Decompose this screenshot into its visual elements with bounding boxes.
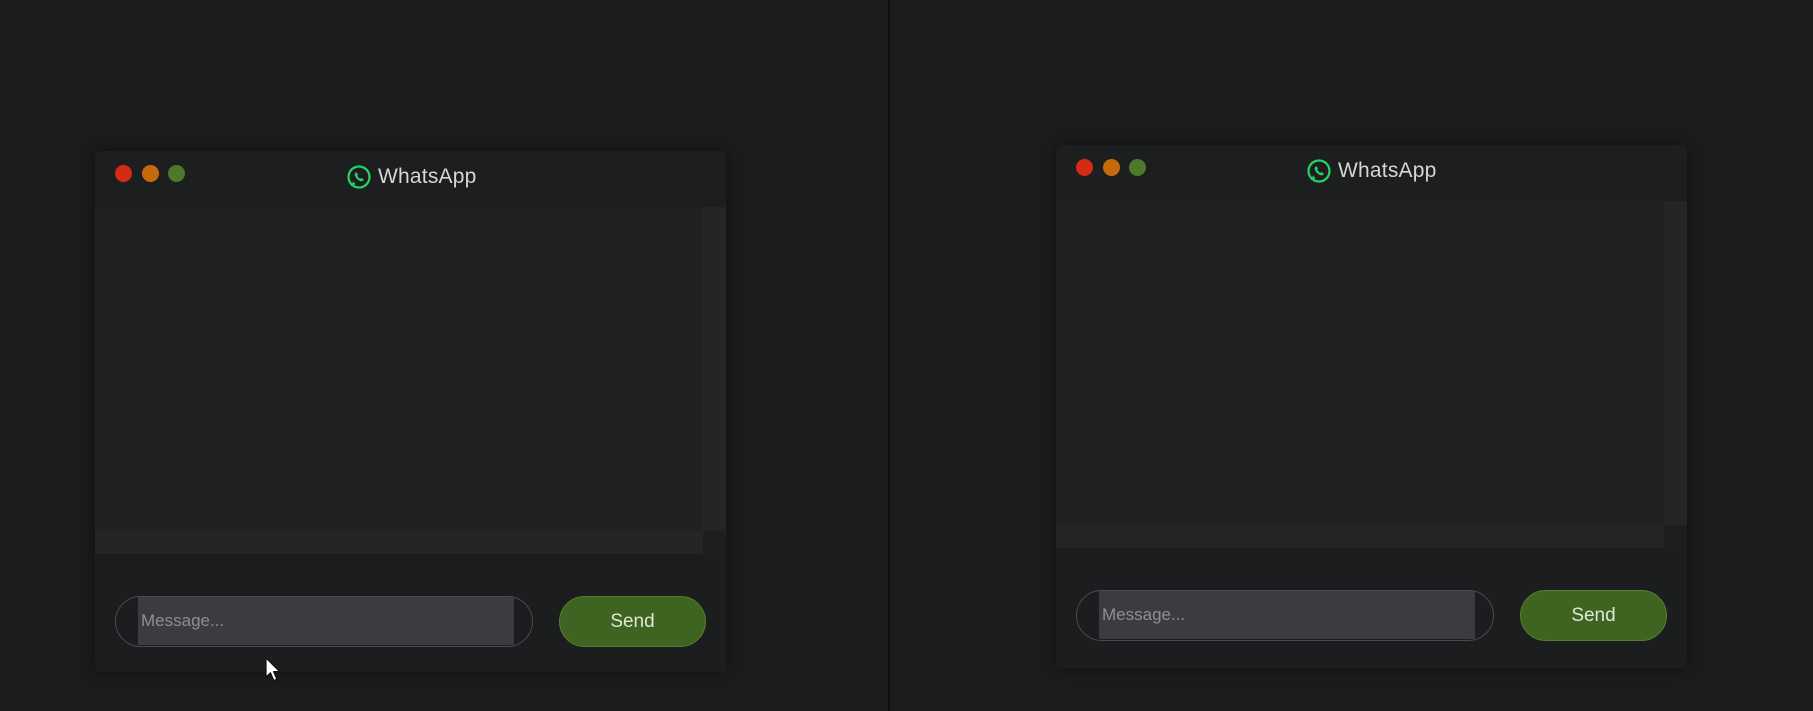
- message-composer: Send: [1056, 548, 1687, 666]
- scrollbar-corner: [1664, 525, 1687, 548]
- maximize-button[interactable]: [1129, 159, 1146, 176]
- whatsapp-icon: [347, 165, 371, 189]
- message-input-container[interactable]: [115, 596, 533, 647]
- minimize-button[interactable]: [1103, 159, 1120, 176]
- mouse-pointer-icon: [265, 657, 281, 682]
- message-list[interactable]: [1056, 201, 1664, 525]
- message-input[interactable]: [138, 597, 514, 645]
- window-titlebar: WhatsApp: [1056, 145, 1687, 201]
- right-chat-window: WhatsApp Send: [1056, 145, 1687, 668]
- send-button[interactable]: Send: [559, 596, 706, 647]
- horizontal-scrollbar[interactable]: [1056, 525, 1664, 548]
- message-list[interactable]: [95, 207, 703, 531]
- send-button[interactable]: Send: [1520, 590, 1667, 641]
- minimize-button[interactable]: [142, 165, 159, 182]
- window-title-group: WhatsApp: [1307, 158, 1436, 184]
- close-button[interactable]: [115, 165, 132, 182]
- maximize-button[interactable]: [168, 165, 185, 182]
- horizontal-scrollbar[interactable]: [95, 531, 703, 554]
- window-title: WhatsApp: [378, 165, 477, 188]
- send-button-label: Send: [1571, 604, 1616, 626]
- vertical-scrollbar[interactable]: [1664, 201, 1687, 525]
- vertical-scrollbar[interactable]: [703, 207, 726, 531]
- scrollbar-corner: [703, 531, 726, 554]
- close-button[interactable]: [1076, 159, 1093, 176]
- window-title-group: WhatsApp: [347, 164, 476, 190]
- message-input[interactable]: [1099, 591, 1475, 639]
- send-button-label: Send: [610, 610, 655, 632]
- window-titlebar: WhatsApp: [95, 151, 726, 207]
- window-title: WhatsApp: [1338, 159, 1437, 182]
- message-input-container[interactable]: [1076, 590, 1494, 641]
- message-composer: Send: [95, 554, 726, 672]
- whatsapp-icon: [1307, 159, 1331, 183]
- left-chat-window: WhatsApp Send: [95, 151, 726, 672]
